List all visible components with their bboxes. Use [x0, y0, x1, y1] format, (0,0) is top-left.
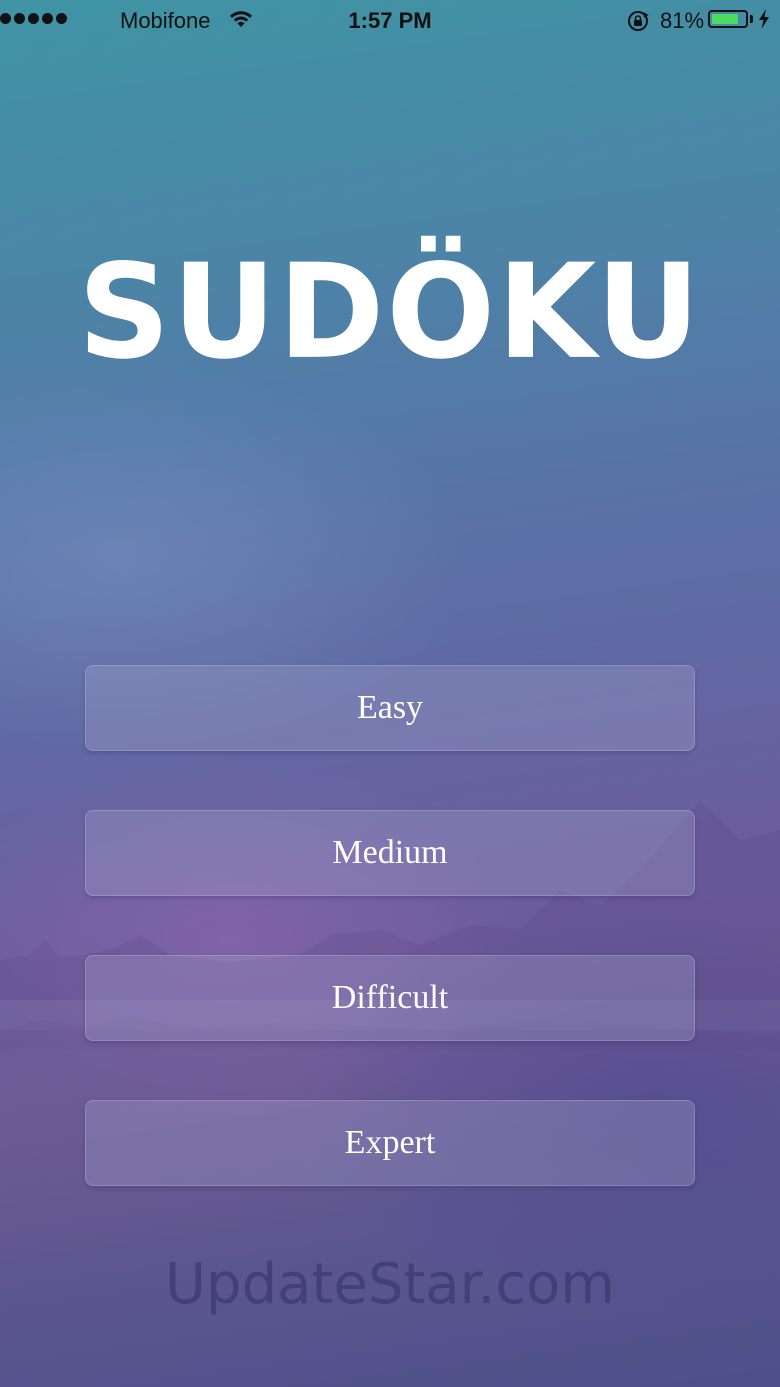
status-bar: Mobifone 1:57 PM 81% [0, 0, 780, 40]
expert-button[interactable]: Expert [85, 1100, 695, 1186]
watermark: UpdateStar.com [165, 1252, 615, 1317]
battery-percent: 81% [660, 8, 705, 33]
orientation-lock-icon [626, 9, 650, 39]
easy-button[interactable]: Easy [85, 665, 695, 751]
battery-cap [750, 15, 753, 23]
charging-bolt-icon [758, 9, 770, 35]
app-title: SUDÖKU [77, 236, 703, 389]
battery-level-fill [712, 14, 738, 24]
medium-button[interactable]: Medium [85, 810, 695, 896]
difficulty-menu: Easy Medium Difficult Expert [85, 665, 695, 1186]
battery-icon [708, 10, 748, 28]
difficult-button[interactable]: Difficult [85, 955, 695, 1041]
